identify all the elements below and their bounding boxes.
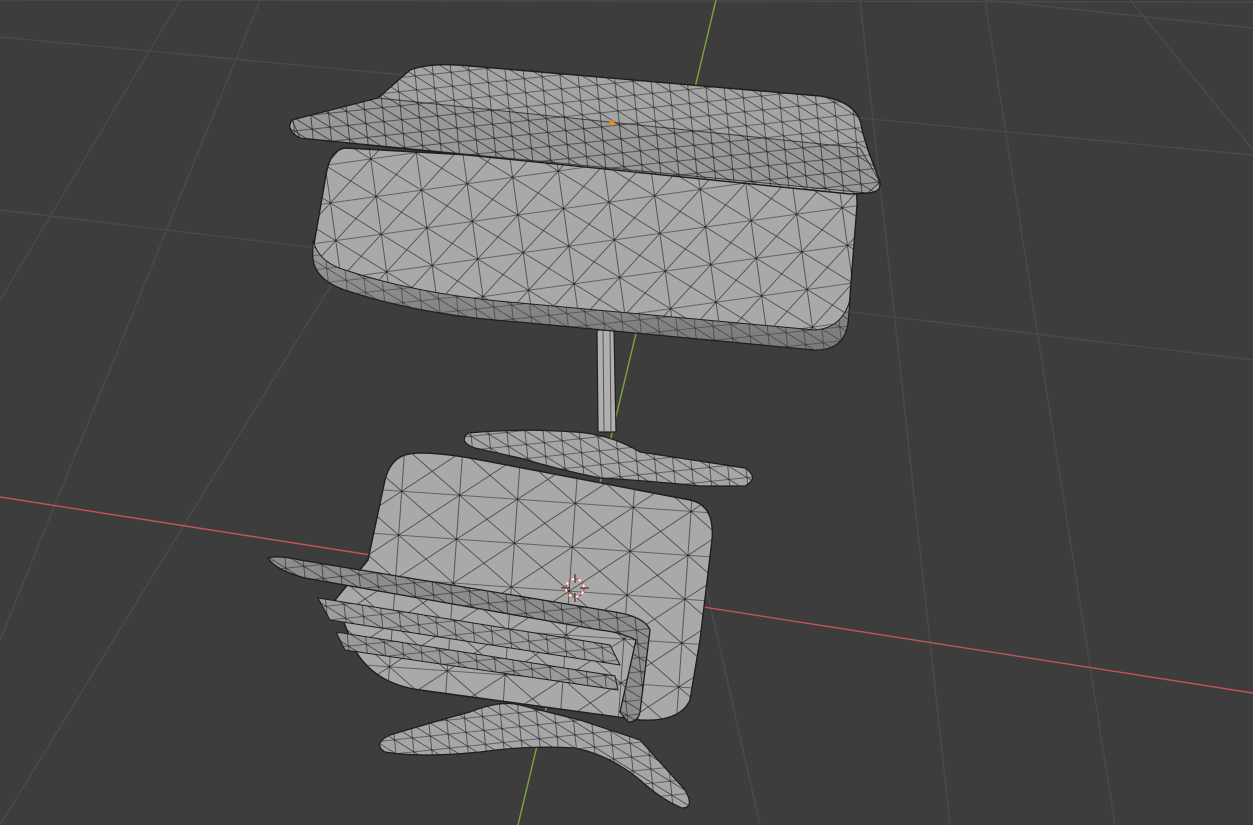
chair-on-pedestal[interactable] xyxy=(289,63,881,487)
object-origin-icon xyxy=(609,120,615,126)
pedestal-stem xyxy=(596,329,617,433)
chair-on-star-base[interactable] xyxy=(267,452,714,809)
3d-viewport[interactable] xyxy=(0,0,1253,825)
